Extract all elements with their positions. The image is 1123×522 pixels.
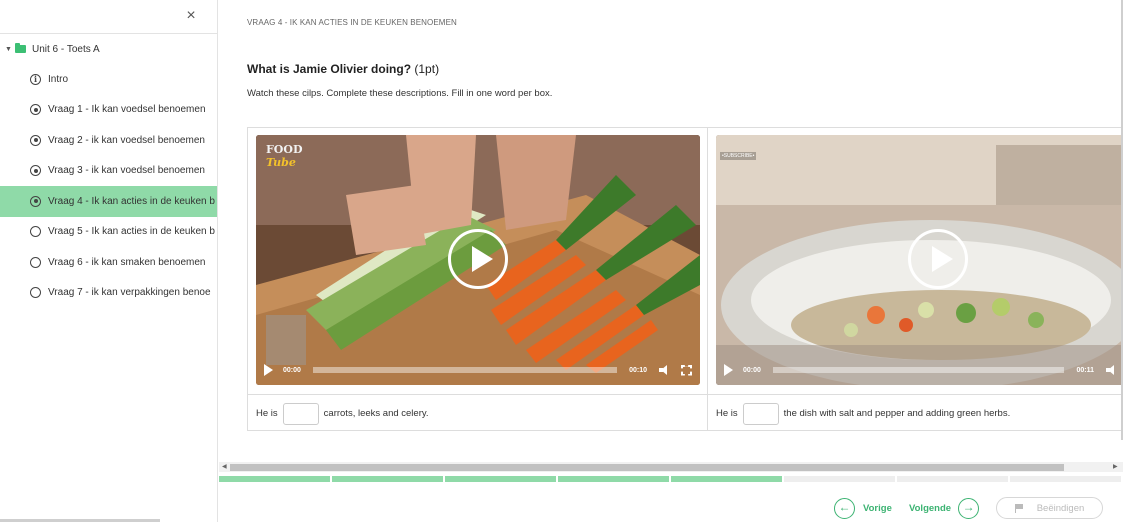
next-button-inner[interactable]: Volgende →	[909, 497, 980, 519]
play-icon[interactable]	[724, 364, 733, 376]
app-window: × ▼ Unit 6 - Toets A i Intro Vraag 1 - Ik …	[0, 0, 1123, 522]
radio-empty-icon	[30, 256, 41, 268]
video-player-1[interactable]: FOOD Tube 00:00 00:10	[256, 135, 700, 385]
radio-empty-icon	[30, 287, 41, 299]
sidebar-item-label: Vraag 4 - Ik kan acties in de keuken b	[48, 195, 215, 207]
subscribe-badge: •SUBSCRIBE•	[720, 152, 757, 160]
sidebar-header: ×	[0, 0, 217, 34]
seek-bar[interactable]	[312, 367, 618, 373]
flag-icon	[1014, 504, 1023, 513]
sidebar-item-label: Intro	[48, 73, 69, 85]
scroll-right-icon[interactable]: ▶	[1113, 463, 1118, 470]
time-total: 00:10	[629, 366, 647, 374]
food-tube-logo: FOOD Tube	[266, 143, 303, 171]
prev-label: Vorige	[863, 502, 892, 514]
info-icon: i	[30, 73, 41, 85]
progress-segment	[784, 476, 895, 482]
arrow-right-icon: →	[958, 497, 980, 519]
sidebar-item-4[interactable]: Vraag 4 - Ik kan acties in de keuken b	[0, 186, 217, 217]
sidebar-item-7[interactable]: Vraag 7 - ik kan verpakkingen benoe	[0, 278, 217, 309]
next-button[interactable]: Volgende →	[909, 497, 980, 519]
sentence-after: carrots, leeks and celery.	[323, 408, 429, 419]
progress-segment	[897, 476, 1008, 482]
progress-segment	[558, 476, 669, 482]
radio-dot-icon	[30, 134, 41, 146]
time-current: 00:00	[743, 366, 761, 374]
sentence-before: He is	[256, 408, 278, 419]
progress-segment	[445, 476, 556, 482]
scroll-left-icon[interactable]: ◀	[222, 463, 227, 470]
sentence-before: He is	[716, 408, 738, 419]
progress-segment	[332, 476, 443, 482]
sidebar-item-label: Vraag 2 - ik kan voedsel benoemen	[48, 134, 205, 146]
unit-folder[interactable]: ▼ Unit 6 - Toets A	[0, 34, 217, 64]
finish-label: Beëindigen	[1036, 502, 1085, 514]
sidebar-item-label: Vraag 6 - ik kan smaken benoemen	[48, 256, 206, 268]
sidebar-item-2[interactable]: Vraag 2 - ik kan voedsel benoemen	[0, 125, 217, 156]
question-list: i Intro Vraag 1 - Ik kan voedsel benoemen V…	[0, 64, 217, 308]
unit-label: Unit 6 - Toets A	[32, 43, 100, 55]
fullscreen-icon[interactable]	[681, 364, 692, 376]
sidebar-item-0[interactable]: i Intro	[0, 64, 217, 95]
time-current: 00:00	[283, 366, 301, 374]
video-controls: 00:00 00:11	[716, 355, 1123, 385]
sidebar-item-label: Vraag 5 - Ik kan acties in de keuken b	[48, 226, 215, 238]
play-overlay-icon[interactable]	[908, 229, 968, 289]
next-label: Volgende	[909, 502, 952, 514]
logo-line-1: FOOD	[266, 143, 303, 156]
progress-segment	[219, 476, 330, 482]
play-icon[interactable]	[264, 364, 273, 376]
radio-dot-icon	[30, 195, 41, 207]
finish-button[interactable]: Beëindigen	[996, 497, 1103, 519]
time-total: 00:11	[1076, 366, 1094, 374]
sentence-after: the dish with salt and pepper and adding…	[783, 408, 1011, 419]
progress-segment	[671, 476, 782, 482]
sidebar-item-6[interactable]: Vraag 6 - ik kan smaken benoemen	[0, 247, 217, 278]
video-cell-1: FOOD Tube 00:00 00:10 He is carrots, lee…	[248, 128, 708, 430]
radio-dot-icon	[30, 165, 41, 177]
video-player-2[interactable]: •SUBSCRIBE• 00:00 00:11	[716, 135, 1123, 385]
radio-dot-icon	[30, 104, 41, 116]
question-title-text: What is Jamie Olivier doing?	[247, 62, 412, 76]
scroll-thumb[interactable]	[230, 464, 1064, 471]
arrow-left-icon: ←	[834, 497, 855, 519]
play-overlay-icon[interactable]	[448, 229, 508, 289]
sidebar-item-1[interactable]: Vraag 1 - Ik kan voedsel benoemen	[0, 95, 217, 126]
sidebar-item-label: Vraag 7 - ik kan verpakkingen benoe	[48, 287, 211, 299]
logo-line-2: Tube	[266, 156, 296, 169]
sidebar-item-label: Vraag 1 - Ik kan voedsel benoemen	[48, 104, 206, 116]
progress-segment	[1010, 476, 1121, 482]
radio-empty-icon	[30, 226, 41, 238]
answer-input-1[interactable]	[282, 402, 319, 425]
sidebar-item-5[interactable]: Vraag 5 - Ik kan acties in de keuken b	[0, 217, 217, 248]
close-icon[interactable]: ×	[181, 6, 201, 26]
video-table: FOOD Tube 00:00 00:10 He is carrots, lee…	[247, 127, 1123, 431]
horizontal-scrollbar[interactable]: ◀ ▶	[219, 462, 1123, 472]
sidebar-item-3[interactable]: Vraag 3 - ik kan voedsel benoemen	[0, 156, 217, 187]
seek-bar[interactable]	[772, 367, 1065, 373]
sidebar: × ▼ Unit 6 - Toets A i Intro Vraag 1 - Ik …	[0, 0, 218, 522]
question-points: (1pt)	[414, 62, 440, 76]
folder-icon	[15, 43, 26, 53]
progress-bar	[219, 476, 1123, 482]
prev-button-inner[interactable]: ← Vorige	[834, 497, 892, 519]
volume-icon[interactable]	[659, 365, 671, 375]
question-title: What is Jamie Olivier doing? (1pt)	[247, 62, 439, 76]
prev-button[interactable]: ← Vorige	[834, 497, 892, 519]
answer-input-2[interactable]	[742, 402, 779, 425]
sidebar-item-label: Vraag 3 - ik kan voedsel benoemen	[48, 165, 205, 177]
caret-down-icon[interactable]: ▼	[5, 46, 13, 53]
video-cell-2: •SUBSCRIBE• 00:00 00:11 He is the dish w…	[708, 128, 1123, 430]
sentence-2: He is the dish with salt and pepper and …	[708, 394, 1123, 430]
volume-icon[interactable]	[1106, 365, 1118, 375]
video-controls: 00:00 00:10	[256, 355, 700, 385]
breadcrumb: VRAAG 4 - IK KAN ACTIES IN DE KEUKEN BEN…	[247, 18, 457, 27]
sentence-1: He is carrots, leeks and celery.	[248, 394, 707, 430]
question-instructions: Watch these cilps. Complete these descri…	[247, 88, 553, 99]
main-content: VRAAG 4 - IK KAN ACTIES IN DE KEUKEN BEN…	[219, 0, 1123, 522]
